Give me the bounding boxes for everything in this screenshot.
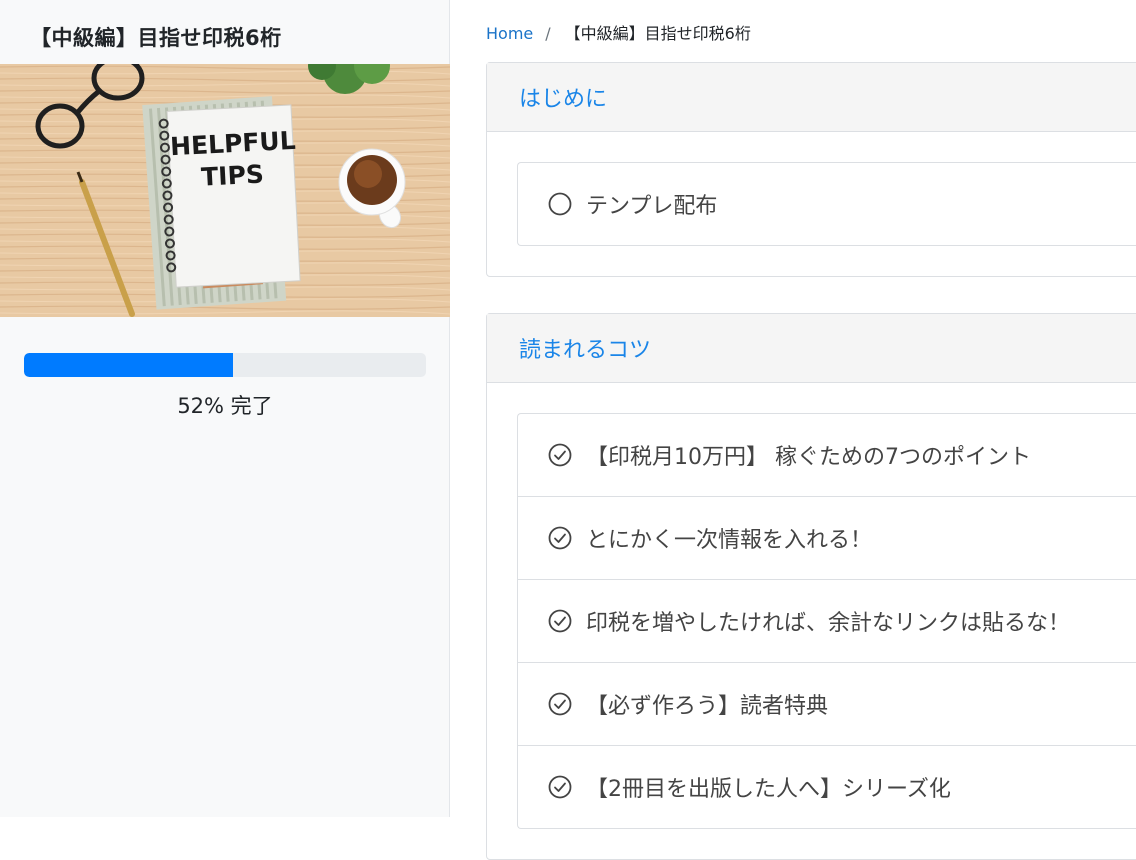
- breadcrumb: Home / 【中級編】目指せ印税6桁: [486, 20, 751, 44]
- section-reading-tips: 読まれるコツ 【印税月10万円】 稼ぐための7つのポイント とにかく一次情報を入…: [486, 313, 1136, 860]
- breadcrumb-home-link[interactable]: Home: [486, 24, 533, 43]
- course-progress-bar: [24, 353, 426, 377]
- breadcrumb-separator: /: [545, 24, 551, 43]
- lesson-item[interactable]: 【必ず作ろう】読者特典: [518, 663, 1136, 746]
- check-circle-icon: [548, 443, 572, 467]
- lesson-title: テンプレ配布: [586, 194, 718, 219]
- lesson-title: 【印税月10万円】 稼ぐための7つのポイント: [586, 445, 1031, 470]
- check-circle-icon: [548, 775, 572, 799]
- section-intro: はじめに テンプレ配布: [486, 62, 1136, 277]
- lesson-title: 印税を増やしたければ、余計なリンクは貼るな！: [586, 611, 1071, 636]
- section-title[interactable]: 読まれるコツ: [487, 314, 1136, 383]
- lesson-title: 【必ず作ろう】読者特典: [586, 694, 829, 719]
- check-circle-icon: [548, 526, 572, 550]
- course-content: Home / 【中級編】目指せ印税6桁 はじめに テンプレ配布 読まれるコツ 【印税…: [450, 0, 1136, 860]
- breadcrumb-current: 【中級編】目指せ印税6桁: [564, 24, 751, 43]
- lesson-item[interactable]: テンプレ配布: [518, 163, 1136, 245]
- check-circle-icon: [548, 692, 572, 716]
- section-title[interactable]: はじめに: [487, 63, 1136, 132]
- lesson-item[interactable]: とにかく一次情報を入れる！: [518, 497, 1136, 580]
- course-progress-fill: [24, 353, 234, 377]
- check-circle-icon: [548, 609, 572, 633]
- image-tip-line2: TIPS: [200, 159, 264, 191]
- lesson-item[interactable]: 【2冊目を出版した人へ】シリーズ化: [518, 746, 1136, 828]
- course-sidebar: 【中級編】目指せ印税6桁 HELPFUL TIPS 52% 完了: [0, 0, 450, 817]
- lesson-item[interactable]: 【印税月10万円】 稼ぐための7つのポイント: [518, 414, 1136, 497]
- lesson-title: とにかく一次情報を入れる！: [586, 528, 873, 553]
- lesson-title: 【2冊目を出版した人へ】シリーズ化: [586, 777, 951, 802]
- course-progress-label: 52% 完了: [177, 394, 273, 418]
- course-title: 【中級編】目指せ印税6桁: [30, 26, 282, 50]
- lesson-list: テンプレ配布: [517, 162, 1136, 246]
- circle-icon: [548, 192, 572, 216]
- course-thumbnail: HELPFUL TIPS: [0, 64, 450, 317]
- lesson-item[interactable]: 印税を増やしたければ、余計なリンクは貼るな！: [518, 580, 1136, 663]
- lesson-list: 【印税月10万円】 稼ぐための7つのポイント とにかく一次情報を入れる！ 印税を…: [517, 413, 1136, 829]
